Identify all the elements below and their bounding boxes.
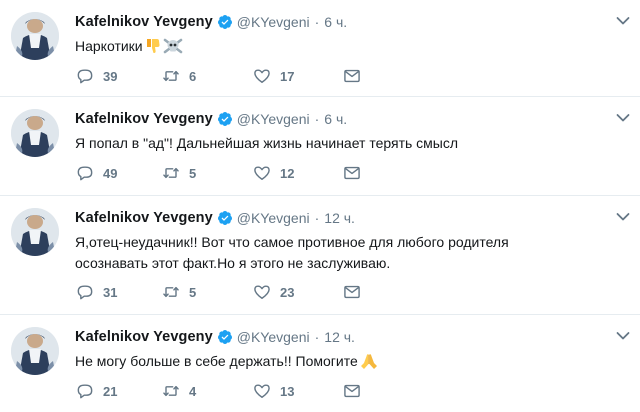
- retweet-arrows-icon: [163, 385, 179, 397]
- tweet[interactable]: Kafelnikov Yevgeny @KYevgeni · 6 ч. Я по…: [0, 97, 640, 196]
- like-count: 13: [280, 383, 295, 399]
- speech-bubble-icon: [77, 384, 93, 399]
- retweet-arrows-icon: [163, 167, 179, 179]
- author-name[interactable]: Kafelnikov Yevgeny: [75, 111, 213, 127]
- like-button[interactable]: 17: [252, 66, 294, 86]
- timeline: Kafelnikov Yevgeny @KYevgeni · 6 ч. Нарк…: [0, 0, 640, 412]
- envelope-icon: [344, 285, 360, 299]
- verified-badge-icon: [217, 14, 233, 30]
- retweet-button[interactable]: 5: [161, 163, 196, 183]
- verified-badge-icon: [217, 210, 233, 226]
- retweet-arrows-icon: [163, 70, 179, 82]
- timestamp[interactable]: 12 ч.: [324, 210, 355, 226]
- skull-crossbones-icon: [163, 37, 183, 55]
- author-name[interactable]: Kafelnikov Yevgeny: [75, 329, 213, 345]
- direct-message-button[interactable]: [342, 66, 362, 86]
- envelope-icon: [344, 69, 360, 83]
- envelope-icon: [344, 166, 360, 180]
- reply-count: 21: [103, 383, 118, 399]
- like-button[interactable]: 12: [252, 163, 294, 183]
- tweet-text: Я,отец-неудачник!! Вот что самое противн…: [75, 232, 595, 274]
- reply-count: 31: [103, 284, 118, 300]
- retweet-button[interactable]: 5: [161, 282, 196, 302]
- tweet-text-line: Я,отец-неудачник!! Вот что самое противн…: [75, 234, 509, 250]
- retweet-button[interactable]: 6: [161, 66, 196, 86]
- reply-count: 39: [103, 68, 118, 84]
- tweet-text-content: Я попал в "ад"! Дальнейшая жизнь начинае…: [75, 135, 459, 151]
- author-handle[interactable]: @KYevgeni: [237, 14, 310, 30]
- tweet[interactable]: Kafelnikov Yevgeny @KYevgeni · 12 ч. Я,о…: [0, 196, 640, 315]
- tweet[interactable]: Kafelnikov Yevgeny @KYevgeni · 6 ч. Нарк…: [0, 0, 640, 97]
- author-handle[interactable]: @KYevgeni: [237, 111, 310, 127]
- like-count: 17: [280, 68, 295, 84]
- folded-hands-icon: [359, 352, 379, 370]
- tweet[interactable]: Kafelnikov Yevgeny @KYevgeni · 12 ч. Не …: [0, 315, 640, 412]
- tweet-text-line: осознавать этот факт.Но я этого не заслу…: [75, 255, 391, 271]
- tweet-text: Наркотики: [75, 36, 595, 57]
- retweet-button[interactable]: 4: [161, 381, 196, 401]
- avatar[interactable]: [11, 327, 59, 375]
- tweet-text-content: Не могу больше в себе держать!! Помогите: [75, 353, 358, 369]
- chevron-down-icon[interactable]: [616, 212, 630, 222]
- author-handle[interactable]: @KYevgeni: [237, 329, 310, 345]
- timestamp[interactable]: 6 ч.: [324, 14, 347, 30]
- separator-dot: ·: [314, 210, 320, 226]
- avatar[interactable]: [11, 12, 59, 60]
- retweet-count: 5: [189, 284, 197, 300]
- heart-icon: [254, 166, 270, 180]
- like-button[interactable]: 13: [252, 381, 294, 401]
- reply-button[interactable]: 49: [75, 163, 117, 183]
- retweet-arrows-icon: [163, 286, 179, 298]
- heart-icon: [254, 285, 270, 299]
- speech-bubble-icon: [77, 166, 93, 181]
- speech-bubble-icon: [77, 285, 93, 300]
- chevron-down-icon[interactable]: [616, 16, 630, 26]
- author-name[interactable]: Kafelnikov Yevgeny: [75, 210, 213, 226]
- speech-bubble-icon: [77, 69, 93, 84]
- timestamp[interactable]: 6 ч.: [324, 111, 347, 127]
- heart-icon: [254, 384, 270, 398]
- separator-dot: ·: [314, 14, 320, 30]
- separator-dot: ·: [314, 329, 320, 345]
- separator-dot: ·: [314, 111, 320, 127]
- retweet-count: 4: [189, 383, 197, 399]
- retweet-count: 6: [189, 68, 197, 84]
- like-button[interactable]: 23: [252, 282, 294, 302]
- reply-button[interactable]: 21: [75, 381, 117, 401]
- avatar[interactable]: [11, 109, 59, 157]
- direct-message-button[interactable]: [342, 282, 362, 302]
- verified-badge-icon: [217, 329, 233, 345]
- chevron-down-icon[interactable]: [616, 113, 630, 123]
- chevron-down-icon[interactable]: [616, 331, 630, 341]
- author-handle[interactable]: @KYevgeni: [237, 210, 310, 226]
- reply-count: 49: [103, 165, 118, 181]
- reply-button[interactable]: 39: [75, 66, 117, 86]
- tweet-text-content: Наркотики: [75, 38, 143, 54]
- author-name[interactable]: Kafelnikov Yevgeny: [75, 14, 213, 30]
- timestamp[interactable]: 12 ч.: [324, 329, 355, 345]
- avatar[interactable]: [11, 208, 59, 256]
- retweet-count: 5: [189, 165, 197, 181]
- heart-icon: [254, 69, 270, 83]
- verified-badge-icon: [217, 111, 233, 127]
- tweet-text: Не могу больше в себе держать!! Помогите: [75, 351, 595, 372]
- envelope-icon: [344, 384, 360, 398]
- direct-message-button[interactable]: [342, 381, 362, 401]
- direct-message-button[interactable]: [342, 163, 362, 183]
- tweet-text: Я попал в "ад"! Дальнейшая жизнь начинае…: [75, 133, 595, 154]
- reply-button[interactable]: 31: [75, 282, 117, 302]
- like-count: 12: [280, 165, 295, 181]
- like-count: 23: [280, 284, 295, 300]
- thumbs-down-icon: [144, 37, 162, 55]
